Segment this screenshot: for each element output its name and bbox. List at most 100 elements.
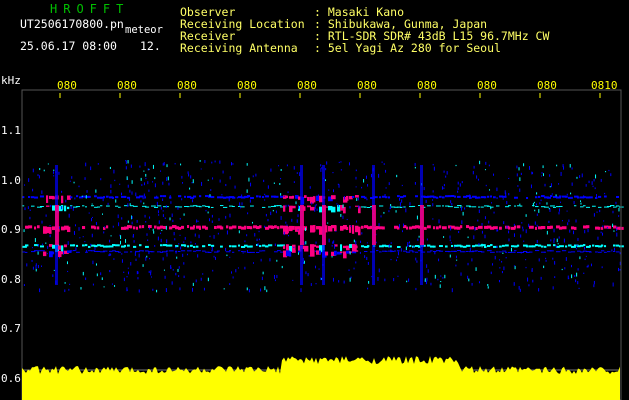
signal-trace bbox=[478, 196, 481, 199]
noise-dot bbox=[409, 202, 411, 206]
signal-trace bbox=[151, 251, 155, 253]
signal-trace bbox=[163, 195, 167, 198]
noise-dot bbox=[554, 261, 556, 265]
noise-dot bbox=[248, 177, 250, 182]
noise-dot bbox=[50, 252, 52, 256]
noise-dot bbox=[208, 218, 210, 222]
noise-dot bbox=[479, 160, 481, 165]
signal-trace bbox=[358, 226, 361, 236]
signal-trace bbox=[259, 250, 263, 252]
signal-trace bbox=[184, 244, 187, 247]
noise-dot bbox=[310, 283, 312, 286]
signal-trace bbox=[31, 196, 35, 199]
noise-dot bbox=[136, 219, 138, 223]
noise-dot bbox=[530, 184, 532, 189]
noise-dot bbox=[504, 190, 506, 194]
signal-trace bbox=[334, 225, 337, 232]
noise-dot bbox=[147, 168, 149, 171]
noise-dot bbox=[358, 205, 360, 209]
noise-dot bbox=[49, 234, 51, 238]
signal-trace bbox=[448, 206, 453, 208]
noise-dot bbox=[384, 278, 386, 282]
signal-trace bbox=[145, 206, 150, 208]
noise-dot bbox=[287, 191, 289, 194]
signal-trace bbox=[46, 205, 50, 207]
signal-trace bbox=[202, 245, 206, 248]
signal-trace bbox=[46, 195, 49, 203]
noise-dot bbox=[472, 170, 474, 175]
noise-dot bbox=[405, 208, 407, 213]
signal-trace bbox=[211, 196, 215, 199]
noise-dot bbox=[64, 282, 66, 284]
noise-dot bbox=[502, 252, 504, 254]
noise-dot bbox=[508, 193, 510, 196]
noise-dot bbox=[402, 206, 404, 208]
signal-trace bbox=[469, 196, 472, 199]
signal-trace bbox=[352, 225, 355, 234]
time-ticks bbox=[59, 93, 601, 98]
noise-dot bbox=[567, 222, 569, 226]
noise-dot bbox=[618, 267, 620, 272]
noise-dot bbox=[123, 271, 125, 273]
noise-dot bbox=[26, 263, 28, 267]
signal-trace bbox=[292, 250, 296, 253]
noise-dot bbox=[34, 238, 36, 243]
noise-dot bbox=[536, 224, 538, 227]
noise-dot bbox=[519, 188, 521, 192]
noise-dot bbox=[214, 160, 216, 163]
noise-dot bbox=[383, 211, 385, 214]
noise-dot bbox=[350, 225, 352, 228]
noise-dot bbox=[385, 187, 387, 189]
signal-trace bbox=[238, 250, 241, 252]
noise-dot bbox=[528, 284, 530, 287]
signal-trace bbox=[340, 225, 344, 231]
noise-dot bbox=[532, 202, 534, 207]
noise-dot bbox=[320, 277, 322, 281]
signal-trace bbox=[286, 226, 289, 234]
noise-dot bbox=[91, 216, 93, 219]
noise-dot bbox=[283, 231, 285, 236]
noise-dot bbox=[145, 173, 147, 177]
signal-trace bbox=[340, 244, 343, 252]
noise-dot bbox=[616, 227, 618, 229]
noise-dot bbox=[257, 243, 259, 247]
noise-dot bbox=[152, 288, 154, 291]
signal-trace bbox=[490, 244, 493, 247]
noise-dot bbox=[274, 243, 276, 247]
noise-dot bbox=[266, 289, 268, 293]
signal-trace bbox=[247, 225, 251, 229]
noise-dot bbox=[251, 221, 253, 224]
noise-dot bbox=[430, 282, 432, 286]
signal-trace bbox=[151, 205, 156, 207]
noise-dot bbox=[199, 160, 201, 162]
noise-dot bbox=[561, 268, 563, 271]
noise-dot bbox=[427, 269, 429, 273]
signal-trace bbox=[553, 206, 556, 208]
noise-dot bbox=[336, 203, 338, 205]
noise-dot bbox=[523, 240, 525, 242]
signal-trace bbox=[427, 251, 431, 253]
noise-dot bbox=[366, 242, 368, 244]
noise-dot bbox=[250, 182, 252, 187]
noise-dot bbox=[181, 198, 183, 201]
signal-trace bbox=[493, 196, 496, 199]
noise-dot bbox=[573, 230, 575, 235]
signal-trace bbox=[76, 206, 81, 208]
noise-dot bbox=[148, 270, 150, 273]
noise-dot bbox=[603, 220, 605, 222]
signal-trace bbox=[346, 226, 349, 231]
signal-trace bbox=[409, 226, 413, 230]
noise-dot bbox=[287, 204, 289, 207]
noise-dot bbox=[228, 197, 230, 202]
noise-dot bbox=[333, 240, 335, 244]
noise-dot bbox=[505, 256, 507, 259]
noise-dot bbox=[129, 189, 131, 193]
signal-trace bbox=[238, 225, 242, 229]
noise-dot bbox=[498, 259, 500, 261]
signal-trace bbox=[250, 196, 254, 199]
noise-dot bbox=[158, 214, 160, 216]
noise-dot bbox=[343, 195, 345, 200]
signal-trace bbox=[499, 251, 502, 253]
noise-dot bbox=[357, 197, 359, 201]
noise-dot bbox=[610, 173, 612, 177]
